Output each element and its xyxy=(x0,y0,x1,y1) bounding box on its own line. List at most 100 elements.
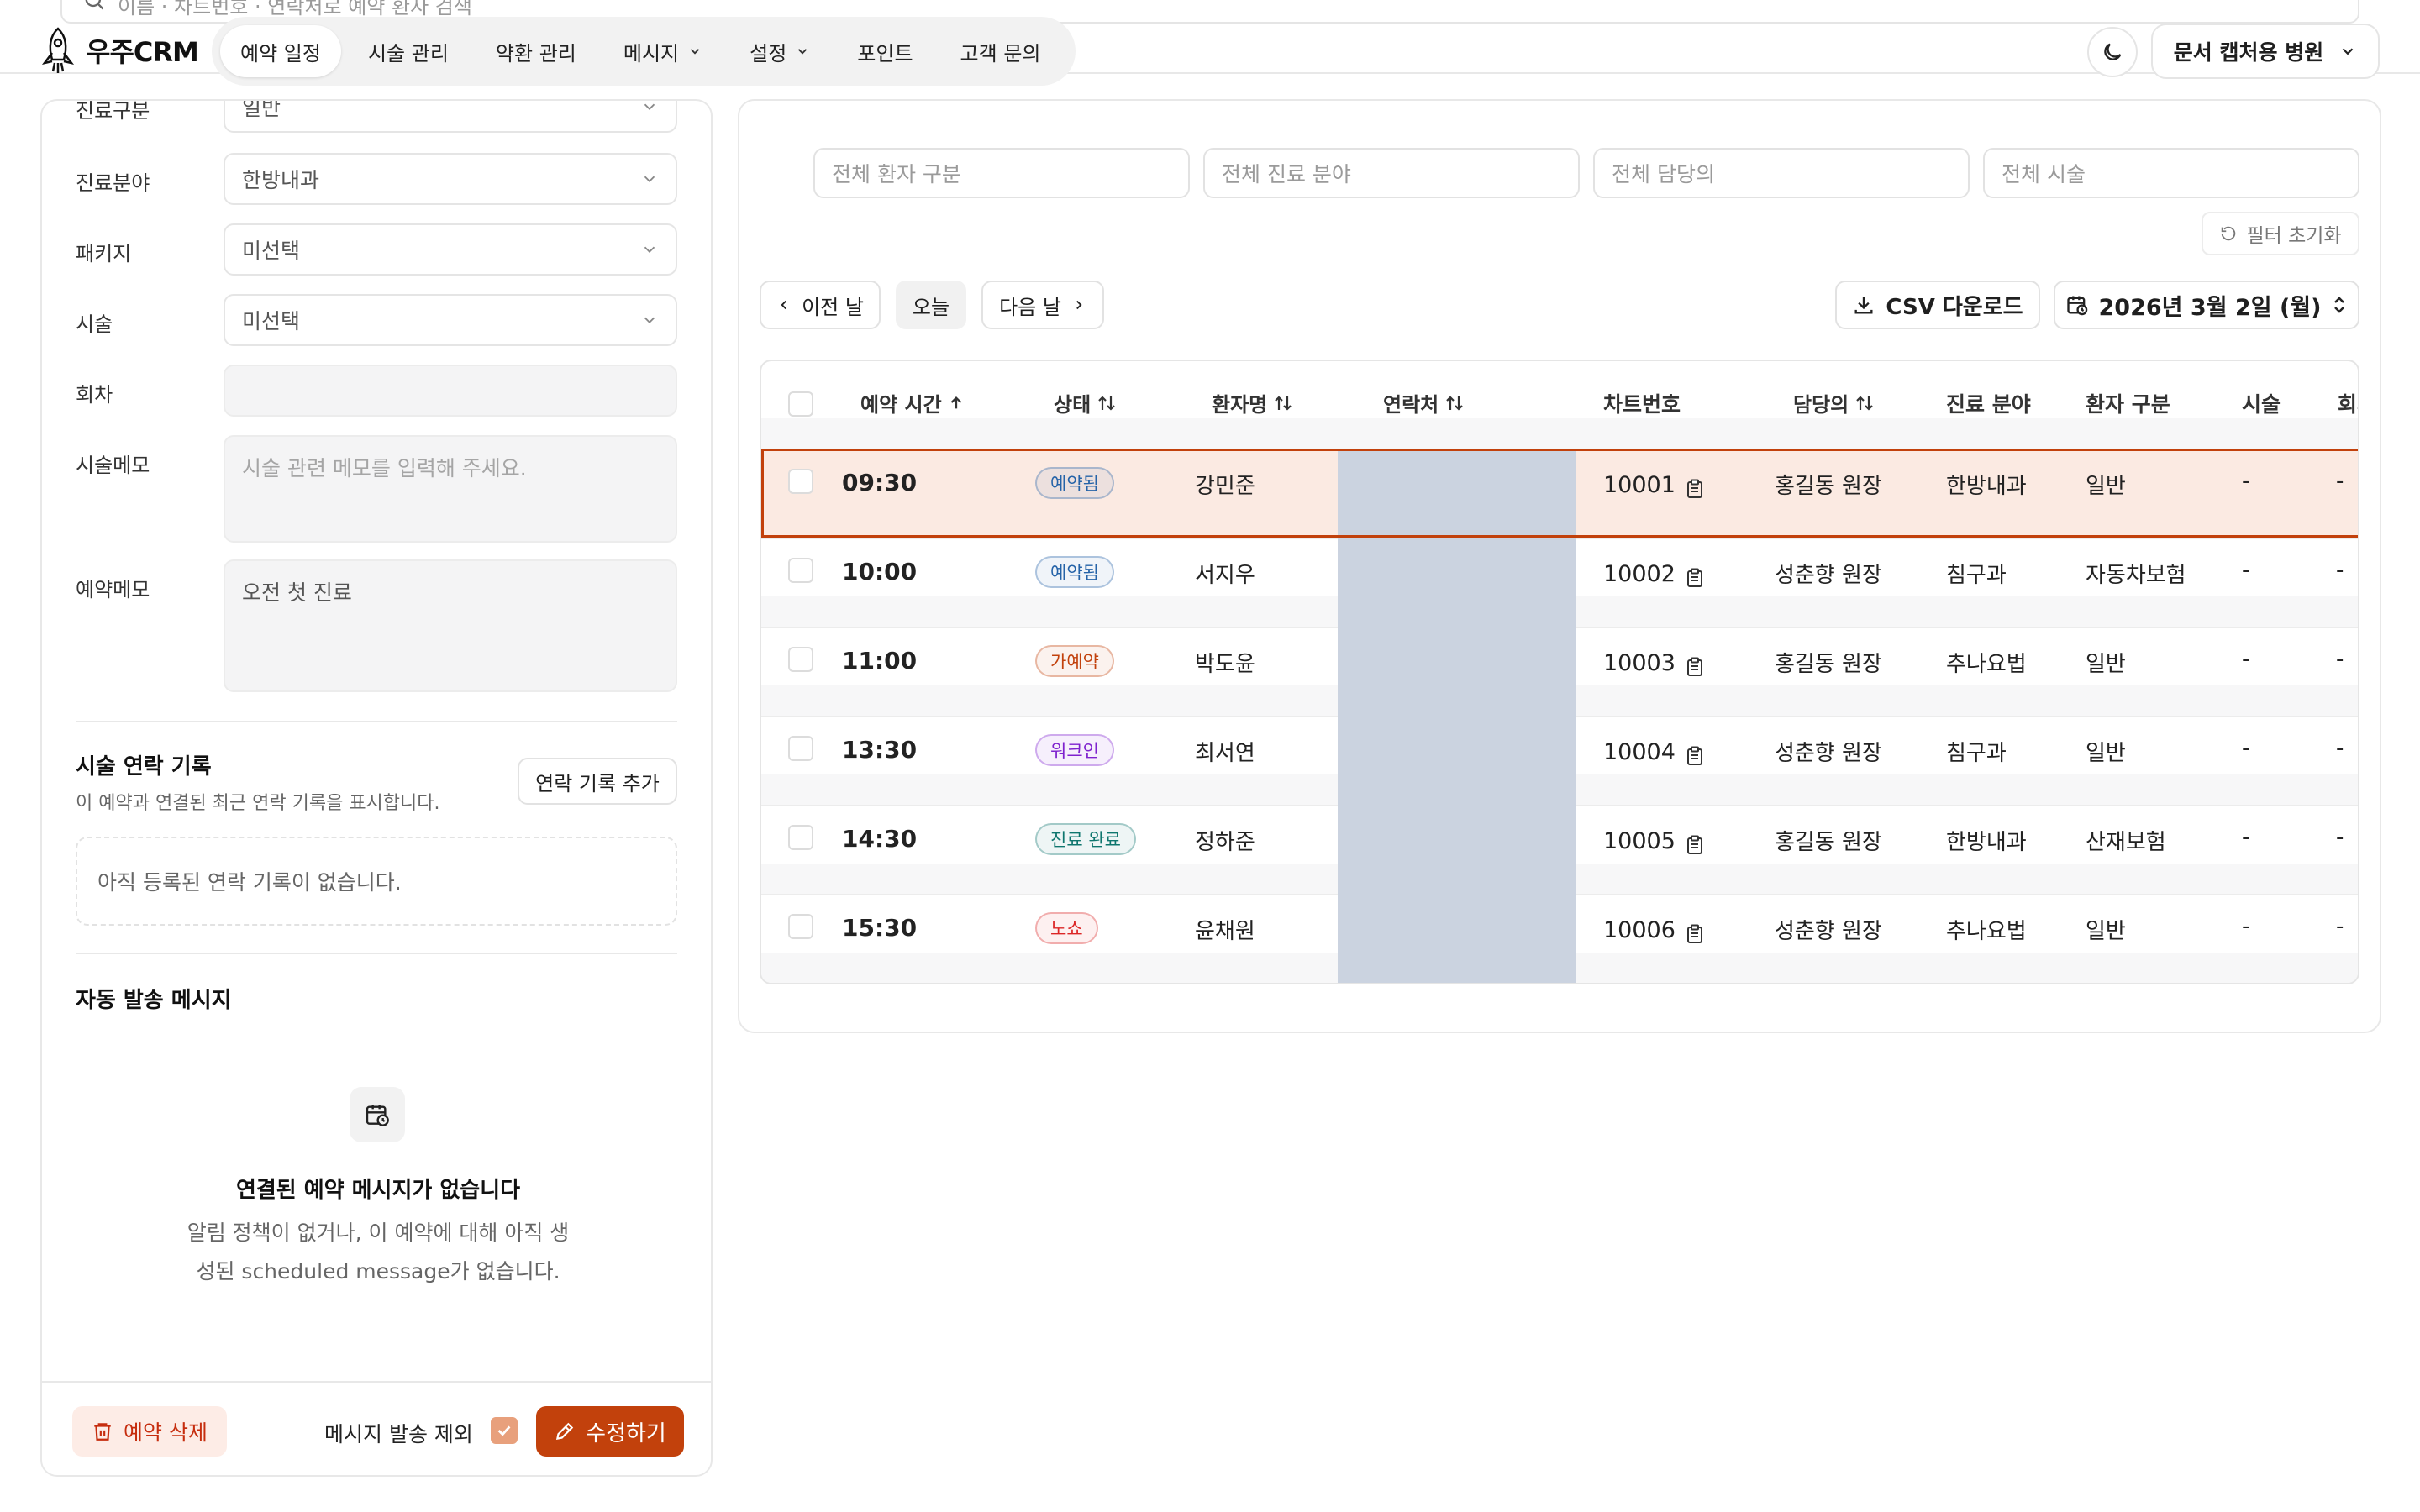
department-filter-placeholder: 전체 진료 분야 xyxy=(1222,162,1351,186)
th-doctor[interactable]: 담당의 xyxy=(1793,388,1876,417)
cell-patient-type: 일반 xyxy=(2086,919,2126,944)
trash-icon xyxy=(94,1423,111,1441)
row-checkbox[interactable] xyxy=(788,469,813,494)
row-checkbox[interactable] xyxy=(788,825,813,850)
csv-download-label: CSV 다운로드 xyxy=(1886,294,2023,320)
th-session: 회차 xyxy=(2338,388,2358,418)
reset-filter-label: 필터 초기화 xyxy=(2246,225,2342,247)
nav-item-support[interactable]: 고객 문의 xyxy=(940,25,1061,77)
prev-day-button[interactable]: 이전 날 xyxy=(760,281,881,329)
cell-time: 10:00 xyxy=(842,558,918,585)
th-name[interactable]: 환자명 xyxy=(1212,388,1294,417)
cell-time: 11:00 xyxy=(842,647,918,675)
row-checkbox[interactable] xyxy=(788,647,813,672)
exclude-message-label: 메시지 발송 제외 xyxy=(324,1422,473,1446)
nav-item-schedule[interactable]: 예약 일정 xyxy=(220,25,341,77)
treatment-filter-placeholder: 전체 시술 xyxy=(2002,162,2086,186)
doctor-filter[interactable]: 전체 담당의 xyxy=(1593,148,1970,198)
delete-reservation-button[interactable]: 예약 삭제 xyxy=(72,1406,227,1457)
cell-doctor: 홍길동 원장 xyxy=(1775,474,1882,499)
next-day-button[interactable]: 다음 날 xyxy=(981,281,1104,329)
csv-download-button[interactable]: CSV 다운로드 xyxy=(1835,281,2040,329)
date-picker[interactable]: 2026년 3월 2일 (월) xyxy=(2054,281,2360,329)
clipboard-icon[interactable] xyxy=(1686,746,1704,766)
cell-name[interactable]: 윤채원 xyxy=(1195,914,1255,945)
th-time[interactable]: 예약 시간 xyxy=(860,388,965,417)
treatment-memo-textarea[interactable]: 시술 관련 메모를 입력해 주세요. xyxy=(224,435,677,543)
cell-chart[interactable]: 10003 xyxy=(1603,650,1676,676)
chevron-down-icon xyxy=(798,49,808,55)
department-select[interactable]: 한방내과 xyxy=(224,153,677,205)
hospital-selector[interactable]: 문서 캡처용 병원 xyxy=(2151,24,2380,79)
nav-item-messages[interactable]: 메시지 xyxy=(603,25,723,77)
department-value: 한방내과 xyxy=(242,168,320,192)
download-icon xyxy=(1854,297,1873,314)
status-badge: 가예약 xyxy=(1035,645,1114,677)
clipboard-icon[interactable] xyxy=(1686,835,1704,855)
reset-filter-button[interactable]: 필터 초기화 xyxy=(2202,212,2360,255)
session-value xyxy=(225,366,676,393)
sort-icon xyxy=(1275,395,1292,411)
department-filter[interactable]: 전체 진료 분야 xyxy=(1203,148,1580,198)
cell-name[interactable]: 서지우 xyxy=(1195,558,1255,589)
treatment-select[interactable]: 미선택 xyxy=(224,294,677,346)
package-select[interactable]: 미선택 xyxy=(224,223,677,276)
cell-chart[interactable]: 10006 xyxy=(1603,917,1676,943)
nav-item-herbal[interactable]: 약환 관리 xyxy=(476,25,597,77)
cell-name[interactable]: 강민준 xyxy=(1195,469,1255,500)
nav-item-label: 시술 관리 xyxy=(367,41,449,66)
cell-name[interactable]: 정하준 xyxy=(1195,825,1255,856)
chevrons-up-down-icon xyxy=(2334,297,2345,313)
header-band xyxy=(761,418,2358,449)
treatment-label: 시술 xyxy=(76,312,113,336)
th-time-label: 예약 시간 xyxy=(860,393,942,417)
treatment-memo-placeholder: 시술 관련 메모를 입력해 주세요. xyxy=(242,456,527,480)
cell-chart[interactable]: 10004 xyxy=(1603,739,1676,765)
cell-department: 한방내과 xyxy=(1946,830,2027,855)
session-input[interactable] xyxy=(224,365,677,417)
nav-item-points[interactable]: 포인트 xyxy=(837,25,933,77)
cell-chart[interactable]: 10005 xyxy=(1603,828,1676,854)
cell-chart[interactable]: 10001 xyxy=(1603,472,1676,498)
select-all-checkbox[interactable] xyxy=(788,391,813,417)
visit-type-select[interactable]: 일반 xyxy=(224,101,677,133)
th-status[interactable]: 상태 xyxy=(1054,388,1118,417)
clipboard-icon[interactable] xyxy=(1686,924,1704,944)
row-checkbox[interactable] xyxy=(788,914,813,939)
treatment-filter[interactable]: 전체 시술 xyxy=(1983,148,2360,198)
cell-time: 09:30 xyxy=(842,469,918,496)
cell-time: 14:30 xyxy=(842,825,918,853)
nav-item-label: 고객 문의 xyxy=(960,41,1041,66)
brand-logo[interactable]: 우주CRM xyxy=(39,25,199,76)
cell-name[interactable]: 박도윤 xyxy=(1195,647,1255,678)
cell-treatment: - xyxy=(2242,469,2250,494)
add-contact-log-button[interactable]: 연락 기록 추가 xyxy=(518,758,677,805)
th-treatment-label: 시술 xyxy=(2242,392,2281,417)
patient-type-filter[interactable]: 전체 환자 구분 xyxy=(813,148,1190,198)
main-nav: 예약 일정 시술 관리 약환 관리 메시지 설정 포인트 고객 문의 xyxy=(212,17,1076,86)
cell-session: - xyxy=(2336,469,2344,494)
cell-name[interactable]: 최서연 xyxy=(1195,736,1255,767)
cell-chart[interactable]: 10002 xyxy=(1603,561,1676,587)
nav-item-settings[interactable]: 설정 xyxy=(729,25,830,77)
th-patient-type-label: 환자 구분 xyxy=(2086,392,2170,417)
status-badge: 워크인 xyxy=(1035,734,1114,766)
edit-reservation-button[interactable]: 수정하기 xyxy=(536,1406,684,1457)
treatment-value: 미선택 xyxy=(242,309,301,333)
contact-log-empty-state: 아직 등록된 연락 기록이 없습니다. xyxy=(76,837,677,926)
clipboard-icon[interactable] xyxy=(1686,479,1704,499)
reservation-memo-textarea[interactable]: 오전 첫 진료 xyxy=(224,559,677,692)
row-checkbox[interactable] xyxy=(788,558,813,583)
th-status-label: 상태 xyxy=(1054,393,1092,417)
theme-toggle-button[interactable] xyxy=(2087,27,2138,77)
clipboard-icon[interactable] xyxy=(1686,568,1704,588)
treatment-memo-label: 시술메모 xyxy=(76,454,150,477)
cell-time: 15:30 xyxy=(842,914,918,942)
exclude-message-checkbox[interactable] xyxy=(491,1417,518,1444)
nav-item-treatments[interactable]: 시술 관리 xyxy=(348,25,469,77)
row-checkbox[interactable] xyxy=(788,736,813,761)
today-button[interactable]: 오늘 xyxy=(896,281,966,329)
th-contact[interactable]: 연락처 xyxy=(1383,388,1465,417)
chevron-down-icon xyxy=(2342,48,2354,55)
clipboard-icon[interactable] xyxy=(1686,657,1704,677)
